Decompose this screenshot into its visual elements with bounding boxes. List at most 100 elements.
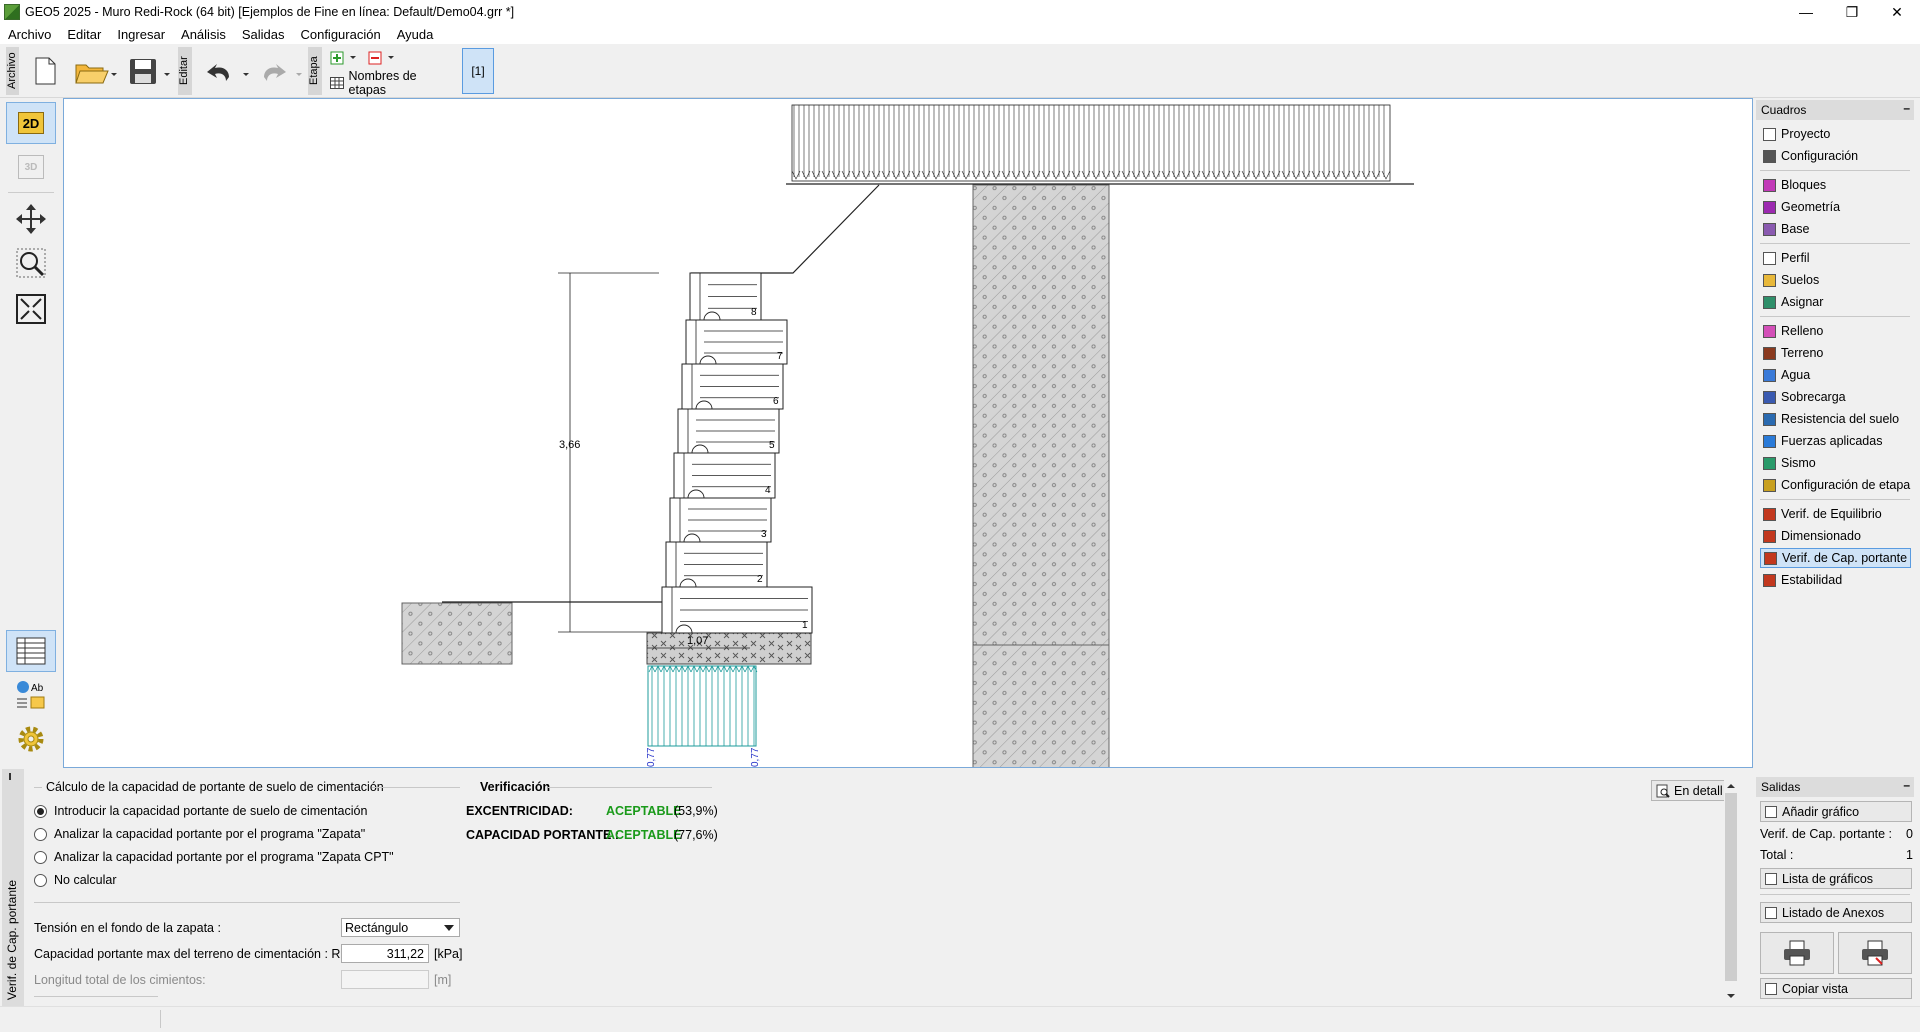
frame-item-estabilidad[interactable]: Estabilidad	[1760, 570, 1911, 590]
add-graphic-button[interactable]: Añadir gráfico	[1760, 801, 1912, 822]
frame-item-resistencia-del-suelo[interactable]: Resistencia del suelo	[1760, 409, 1911, 429]
stress-shape-select[interactable]: Rectángulo	[341, 918, 460, 937]
remove-stage-button[interactable]	[368, 50, 398, 66]
earthquake-icon	[1763, 456, 1776, 470]
close-button[interactable]: ✕	[1874, 0, 1920, 24]
length-input	[341, 970, 429, 989]
frame-item-label: Terreno	[1781, 346, 1824, 360]
restore-button[interactable]: ❐	[1829, 0, 1875, 24]
styles-button[interactable]: Ab	[6, 674, 56, 716]
scroll-up-icon[interactable]	[1724, 781, 1738, 791]
frame-item-verif-de-cap-portante[interactable]: Verif. de Cap. portante	[1760, 548, 1911, 568]
scrollbar-thumb[interactable]	[1725, 793, 1737, 981]
frame-item-base[interactable]: Base	[1760, 219, 1911, 239]
view-2d-button[interactable]: 2D	[6, 102, 56, 144]
stage-names-button[interactable]: Nombres de etapas	[330, 69, 454, 97]
stress-left-label: 0,77	[646, 747, 657, 767]
drawing-canvas[interactable]: 3,66 1,07 1 2 3 4 5 6 7 8 0,77 0,77	[63, 98, 1753, 768]
menu-editar[interactable]: Editar	[59, 27, 109, 42]
calc-option-label[interactable]: Analizar la capacidad portante por el pr…	[54, 850, 394, 864]
menu-salidas[interactable]: Salidas	[234, 27, 293, 42]
calc-option-radio[interactable]	[34, 828, 47, 841]
archivo-group-label: Archivo	[6, 47, 19, 95]
save-icon	[130, 59, 170, 84]
frame-item-configuracion-de-etapa[interactable]: Configuración de etapa	[1760, 475, 1911, 495]
frame-item-sismo[interactable]: Sismo	[1760, 453, 1911, 473]
collapse-icon[interactable]: –	[1903, 101, 1910, 115]
view-3d-button[interactable]: 3D	[6, 146, 56, 188]
frame-item-label: Agua	[1781, 368, 1811, 382]
collapse-icon[interactable]: –	[1903, 778, 1910, 792]
save-button[interactable]	[126, 52, 174, 90]
frame-item-proyecto[interactable]: Proyecto	[1760, 124, 1911, 144]
block-number: 1	[802, 620, 808, 631]
copy-view-button[interactable]: Copiar vista	[1760, 978, 1912, 999]
scrollbar[interactable]	[1724, 779, 1738, 1005]
menu-analisis[interactable]: Análisis	[173, 27, 234, 42]
settings-button[interactable]	[6, 718, 56, 760]
remove-stage-icon	[368, 51, 394, 65]
base-icon	[1763, 222, 1776, 236]
separator	[1760, 499, 1910, 500]
graphics-list-button[interactable]: Lista de gráficos	[1760, 868, 1912, 889]
height-dimension-line	[558, 272, 662, 633]
calc-option-label[interactable]: No calcular	[54, 873, 117, 887]
table-view-button[interactable]	[6, 630, 56, 672]
frame-item-label: Proyecto	[1781, 127, 1831, 141]
menu-archivo[interactable]: Archivo	[0, 27, 59, 42]
water-icon	[1763, 368, 1776, 382]
printer-icon	[1784, 940, 1810, 966]
add-stage-button[interactable]	[330, 50, 360, 66]
pin-icon[interactable]	[9, 773, 11, 780]
menu-ayuda[interactable]: Ayuda	[389, 27, 442, 42]
resistance-icon	[1763, 412, 1776, 426]
print-preview-button[interactable]	[1838, 932, 1912, 974]
capacity-input[interactable]: 311,22	[341, 944, 429, 963]
outputs-panel-title: Salidas	[1761, 780, 1801, 794]
calc-option-label[interactable]: Analizar la capacidad portante por el pr…	[54, 827, 365, 841]
frame-item-suelos[interactable]: Suelos	[1760, 270, 1911, 290]
in-detail-button[interactable]: En detall	[1651, 780, 1726, 801]
frame-item-label: Base	[1781, 222, 1810, 236]
block-number: 5	[769, 440, 775, 451]
frame-item-verif-de-equilibrio[interactable]: Verif. de Equilibrio	[1760, 504, 1911, 524]
block-number: 8	[751, 307, 757, 318]
calc-option-radio[interactable]	[34, 851, 47, 864]
frame-item-terreno[interactable]: Terreno	[1760, 343, 1911, 363]
stage-1-tab[interactable]: [1]	[462, 48, 494, 94]
menu-configuracion[interactable]: Configuración	[292, 27, 388, 42]
calc-option-label[interactable]: Introducir la capacidad portante de suel…	[54, 804, 367, 818]
wall-blocks: 1 2 3 4 5 6 7 8	[661, 272, 813, 634]
geometry-icon	[1763, 200, 1776, 214]
print-button[interactable]	[1760, 932, 1834, 974]
menu-ingresar[interactable]: Ingresar	[109, 27, 173, 42]
annex-list-button[interactable]: Listado de Anexos	[1760, 902, 1912, 923]
table-icon	[330, 77, 344, 89]
frame-item-bloques[interactable]: Bloques	[1760, 175, 1911, 195]
group-line-left	[34, 787, 42, 788]
undo-button[interactable]	[200, 52, 252, 90]
scroll-down-icon[interactable]	[1724, 991, 1738, 1001]
frame-item-dimensionado[interactable]: Dimensionado	[1760, 526, 1911, 546]
frame-item-perfil[interactable]: Perfil	[1760, 248, 1911, 268]
minimize-button[interactable]: —	[1783, 0, 1829, 24]
frame-item-relleno[interactable]: Relleno	[1760, 321, 1911, 341]
new-file-button[interactable]	[28, 52, 62, 90]
frame-item-agua[interactable]: Agua	[1760, 365, 1911, 385]
frame-item-fuerzas-aplicadas[interactable]: Fuerzas aplicadas	[1760, 431, 1911, 451]
chevron-down-icon	[444, 925, 454, 931]
frame-item-geometria[interactable]: Geometría	[1760, 197, 1911, 217]
verif-count-label: Verif. de Cap. portante :	[1760, 827, 1893, 841]
pan-button[interactable]	[6, 198, 56, 240]
calc-option-radio[interactable]	[34, 874, 47, 887]
frame-item-asignar[interactable]: Asignar	[1760, 292, 1911, 312]
zoom-button[interactable]	[6, 242, 56, 284]
frame-item-configuracion[interactable]: Configuración	[1760, 146, 1911, 166]
redo-button[interactable]	[256, 52, 306, 90]
app-icon	[4, 4, 20, 20]
open-file-button[interactable]	[70, 52, 122, 90]
fit-view-button[interactable]	[6, 288, 56, 330]
eccentricity-label: EXCENTRICIDAD:	[466, 804, 573, 818]
calc-option-radio[interactable]	[34, 805, 47, 818]
frame-item-sobrecarga[interactable]: Sobrecarga	[1760, 387, 1911, 407]
